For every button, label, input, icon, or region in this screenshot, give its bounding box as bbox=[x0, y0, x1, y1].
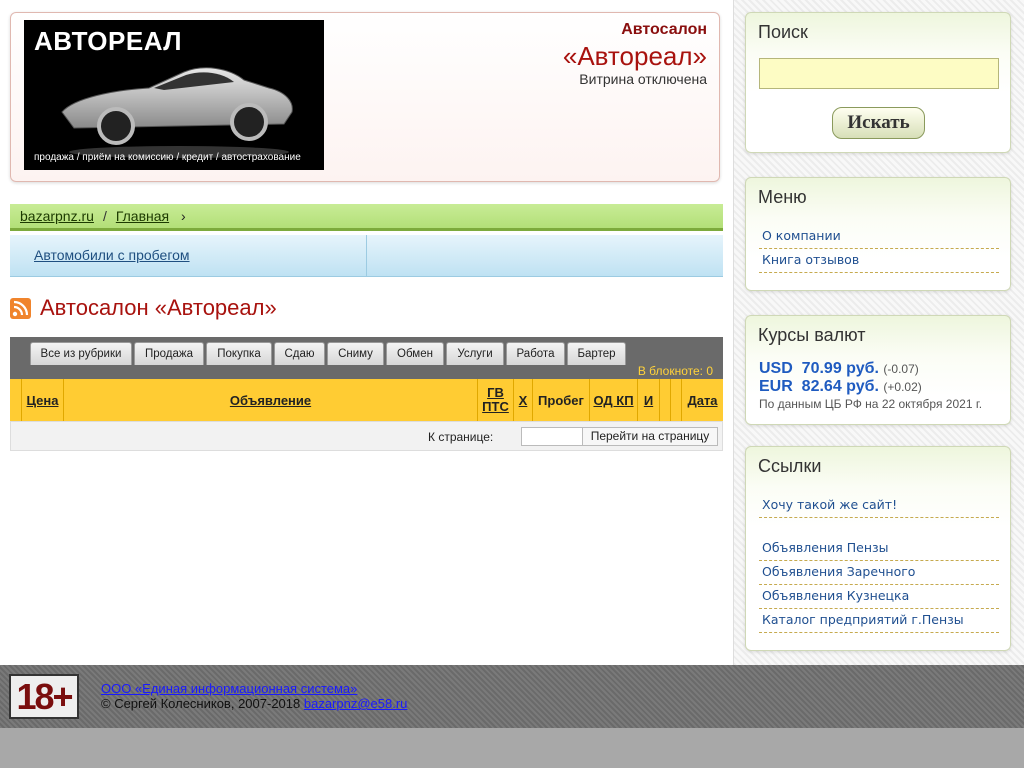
tab-buy[interactable]: Покупка bbox=[206, 342, 272, 365]
go-to-page-button[interactable]: Перейти на страницу bbox=[582, 427, 718, 446]
breadcrumb-separator: / bbox=[102, 208, 107, 224]
footer: 18+ ООО «Единая информационная система» … bbox=[0, 665, 1024, 728]
table-header-empty bbox=[660, 379, 671, 421]
link-penza-ads[interactable]: Объявления Пензы bbox=[759, 539, 999, 561]
tab-barter[interactable]: Бартер bbox=[567, 342, 626, 365]
tab-exchange[interactable]: Обмен bbox=[386, 342, 444, 365]
link-kuznetsk-ads[interactable]: Объявления Кузнецка bbox=[759, 587, 999, 609]
tab-sale[interactable]: Продажа bbox=[134, 342, 204, 365]
menu-item-about[interactable]: О компании bbox=[759, 227, 999, 249]
table-header-ad[interactable]: Объявление bbox=[64, 379, 478, 421]
table-header-gv-pts[interactable]: ГВ ПТС bbox=[478, 379, 514, 421]
search-input[interactable] bbox=[759, 58, 999, 89]
tab-work[interactable]: Работа bbox=[506, 342, 565, 365]
search-panel: Поиск Искать bbox=[745, 12, 1011, 153]
table-header-empty bbox=[671, 379, 682, 421]
menu-title: Меню bbox=[758, 187, 807, 207]
eur-change: (+0.02) bbox=[883, 380, 922, 394]
links-panel: Ссылки Хочу такой же сайт! Объявления Пе… bbox=[745, 446, 1011, 651]
company-link[interactable]: ООО «Единая информационная система» bbox=[101, 681, 357, 696]
shop-type: Автосалон bbox=[621, 21, 707, 38]
category-strip: Автомобили с пробегом bbox=[10, 235, 723, 277]
table-header-gv: ГВ bbox=[487, 385, 504, 400]
pager-label: К странице: bbox=[428, 430, 494, 444]
tab-services[interactable]: Услуги bbox=[446, 342, 504, 365]
currency-panel: Курсы валют USD 70.99 руб. (-0.07) EUR 8… bbox=[745, 315, 1011, 425]
table-header-date[interactable]: Дата bbox=[682, 379, 723, 421]
link-want-site[interactable]: Хочу такой же сайт! bbox=[759, 496, 999, 518]
currency-title: Курсы валют bbox=[758, 325, 866, 345]
table-header-mileage: Пробег bbox=[533, 379, 590, 421]
link-zarechny-ads[interactable]: Объявления Заречного bbox=[759, 563, 999, 585]
search-button[interactable]: Искать bbox=[832, 107, 925, 139]
table-header-i[interactable]: И bbox=[638, 379, 660, 421]
tab-all[interactable]: Все из рубрики bbox=[30, 342, 132, 365]
eur-value: 82.64 руб. bbox=[801, 378, 879, 395]
logo[interactable]: АВТОРЕАЛ продажа / приём на комиссию / к… bbox=[24, 20, 324, 170]
menu-panel: Меню О компании Книга отзывов bbox=[745, 177, 1011, 291]
page-number-input[interactable] bbox=[521, 427, 583, 446]
copyright-text: © Сергей Колесников, 2007-2018 bbox=[101, 696, 301, 711]
breadcrumb-site-link[interactable]: bazarpnz.ru bbox=[20, 208, 94, 224]
breadcrumb-home-link[interactable]: Главная bbox=[116, 208, 169, 224]
eur-code: EUR bbox=[759, 378, 793, 395]
table-header-spacer bbox=[10, 379, 22, 421]
logo-tagline: продажа / приём на комиссию / кредит / а… bbox=[34, 152, 301, 163]
table-header: Цена Объявление ГВ ПТС Х Пробег ОД КП И … bbox=[10, 379, 723, 421]
usd-change: (-0.07) bbox=[883, 362, 919, 376]
age-restriction-badge: 18+ bbox=[9, 674, 79, 719]
rss-icon[interactable] bbox=[10, 298, 31, 319]
table-header-od-kp[interactable]: ОД КП bbox=[590, 379, 638, 421]
table-header-price[interactable]: Цена bbox=[22, 379, 64, 421]
pager-row: К странице: Перейти на страницу bbox=[10, 421, 723, 451]
breadcrumb: bazarpnz.ru / Главная › bbox=[10, 204, 723, 231]
usd-code: USD bbox=[759, 360, 793, 377]
notebook-count[interactable]: В блокноте: 0 bbox=[638, 364, 713, 378]
car-image bbox=[61, 67, 293, 158]
menu-item-reviews[interactable]: Книга отзывов bbox=[759, 251, 999, 273]
breadcrumb-arrow-icon: › bbox=[181, 208, 186, 224]
eur-rate: EUR 82.64 руб. (+0.02) bbox=[759, 378, 922, 396]
shop-status: Витрина отключена bbox=[579, 71, 707, 87]
usd-rate: USD 70.99 руб. (-0.07) bbox=[759, 360, 919, 378]
tab-rent-in[interactable]: Сниму bbox=[327, 342, 384, 365]
links-title: Ссылки bbox=[758, 456, 822, 476]
category-used-cars-link[interactable]: Автомобили с пробегом bbox=[34, 247, 190, 263]
category-cell: Автомобили с пробегом bbox=[10, 235, 367, 277]
page-title: Автосалон «Автореал» bbox=[40, 295, 277, 320]
currency-source: По данным ЦБ РФ на 22 октября 2021 г. bbox=[759, 397, 983, 411]
copyright: © Сергей Колесников, 2007-2018 bazarpnz@… bbox=[101, 696, 407, 711]
tab-rent-out[interactable]: Сдаю bbox=[274, 342, 325, 365]
email-link[interactable]: bazarpnz@e58.ru bbox=[304, 696, 408, 711]
table-header-x[interactable]: Х bbox=[514, 379, 533, 421]
search-title: Поиск bbox=[758, 22, 808, 42]
header-card: АВТОРЕАЛ продажа / приём на комиссию / к… bbox=[10, 12, 720, 182]
usd-value: 70.99 руб. bbox=[801, 360, 879, 377]
table-header-pts: ПТС bbox=[482, 399, 509, 414]
shop-name: «Автореал» bbox=[562, 41, 707, 71]
link-penza-catalog[interactable]: Каталог предприятий г.Пензы bbox=[759, 611, 999, 633]
tab-bar: Все из рубрики Продажа Покупка Сдаю Сним… bbox=[10, 337, 723, 379]
page: АВТОРЕАЛ продажа / приём на комиссию / к… bbox=[0, 0, 1024, 665]
